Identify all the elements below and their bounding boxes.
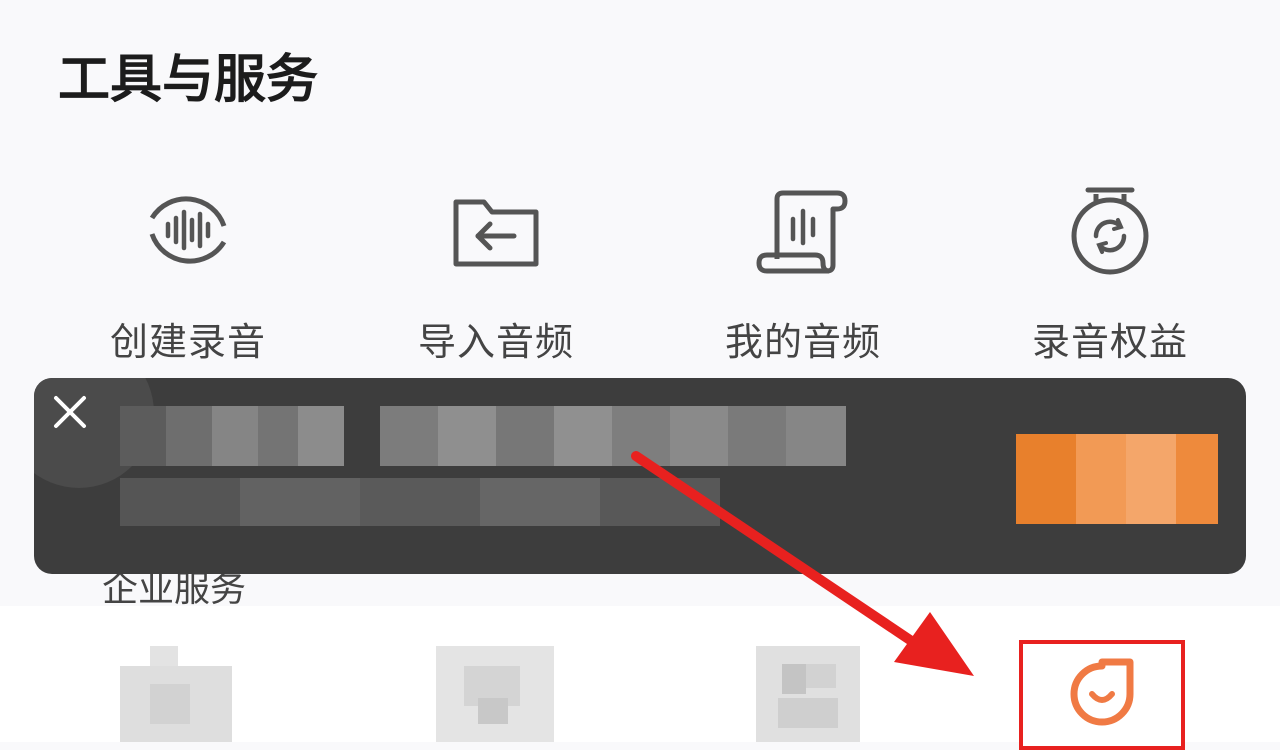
orange-drop-smile-icon[interactable] bbox=[1064, 656, 1140, 732]
timer-refresh-icon bbox=[1060, 180, 1160, 280]
blurred-app-icon[interactable] bbox=[756, 646, 860, 742]
waveform-circle-icon bbox=[138, 180, 238, 280]
tool-label: 我的音频 bbox=[724, 320, 881, 364]
tool-label: 导入音频 bbox=[417, 320, 574, 364]
tool-label: 创建录音 bbox=[109, 320, 266, 364]
blurred-app-icon[interactable] bbox=[436, 646, 554, 742]
enterprise-title: 企业服务 bbox=[102, 569, 247, 610]
tool-label: 录音权益 bbox=[1031, 320, 1188, 364]
close-icon[interactable] bbox=[50, 392, 90, 432]
tool-create-recording[interactable]: 创建录音 bbox=[78, 180, 298, 370]
tool-my-audio[interactable]: 我的音频 bbox=[693, 180, 913, 370]
audio-scroll-icon bbox=[753, 180, 853, 280]
promo-banner[interactable] bbox=[34, 378, 1246, 574]
tool-recording-benefits[interactable]: 录音权益 bbox=[1000, 180, 1220, 370]
folder-import-icon bbox=[446, 180, 546, 280]
blurred-app-icon[interactable] bbox=[120, 646, 232, 742]
tool-import-audio[interactable]: 导入音频 bbox=[386, 180, 606, 370]
section-title: 工具与服务 bbox=[58, 50, 319, 110]
